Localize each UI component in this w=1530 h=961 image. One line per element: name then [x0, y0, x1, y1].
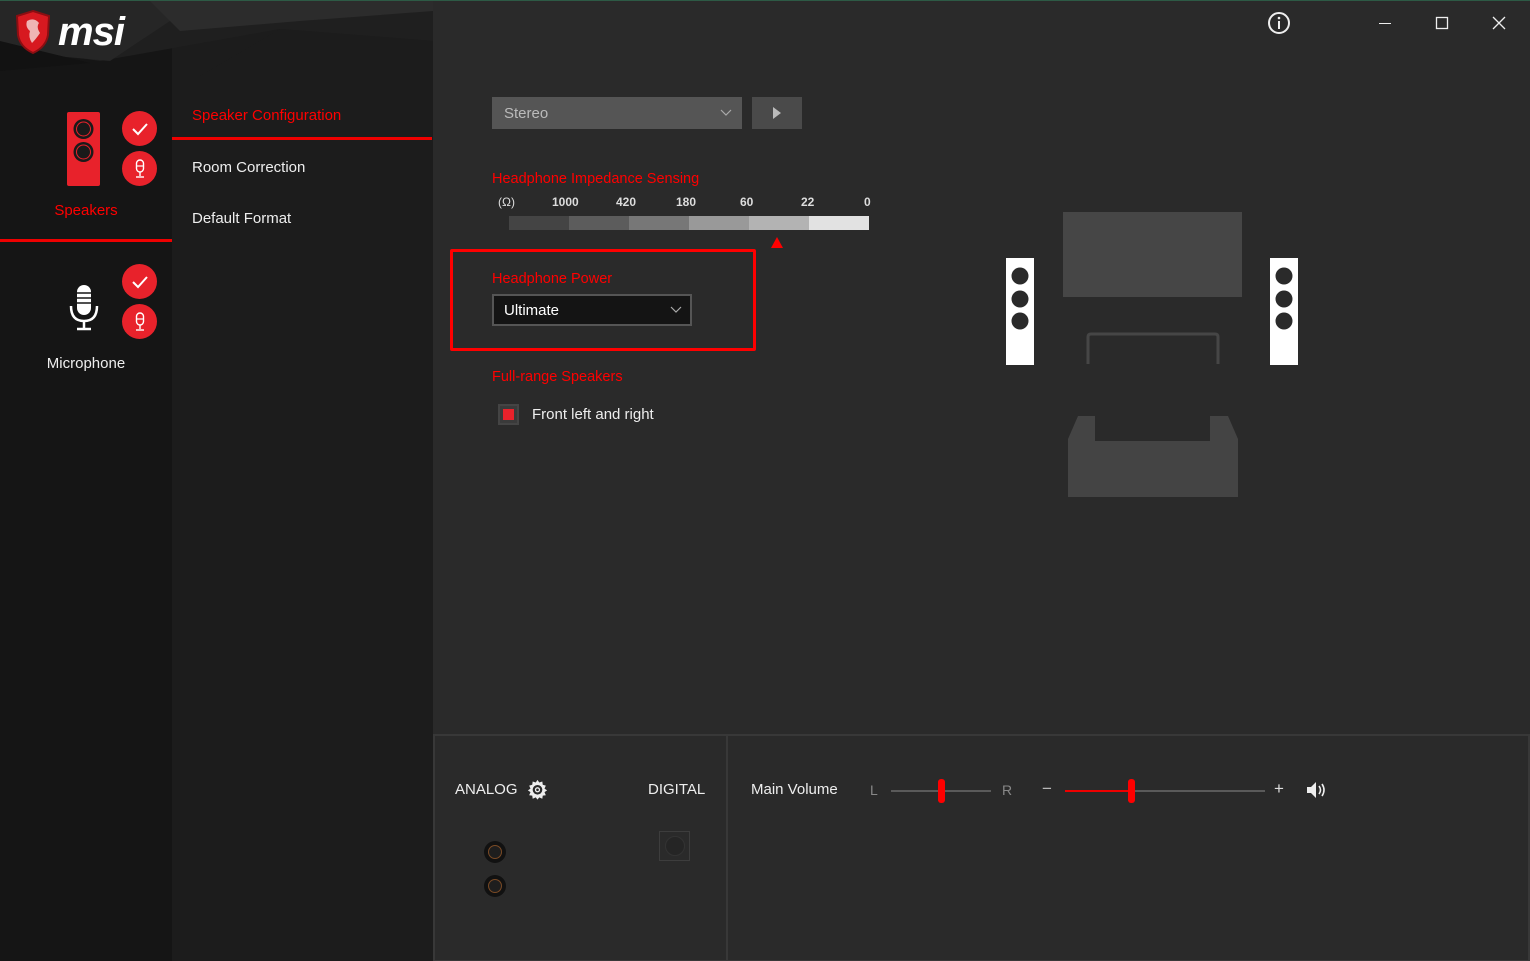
minimize-button[interactable]	[1371, 9, 1399, 37]
volume-slider-thumb[interactable]	[1127, 779, 1135, 803]
tab-room-correction[interactable]: Room Correction	[192, 159, 305, 176]
msi-logo: msi	[14, 9, 125, 55]
impedance-tick: 180	[676, 195, 697, 209]
mic-icon	[135, 311, 144, 331]
info-button[interactable]	[1265, 9, 1293, 37]
speaker-device-icon	[67, 112, 100, 186]
brand-name: msi	[58, 10, 125, 54]
impedance-segment	[629, 216, 689, 230]
speaker-config-value: Stereo	[504, 104, 549, 122]
balance-right-label: R	[1002, 782, 1013, 798]
full-range-title: Full-range Speakers	[492, 369, 623, 385]
check-icon	[131, 275, 148, 288]
headphone-power-title: Headphone Power	[492, 271, 613, 287]
close-button[interactable]	[1485, 9, 1513, 37]
balance-slider-thumb[interactable]	[937, 779, 945, 803]
front-lr-checkbox[interactable]	[498, 404, 519, 425]
impedance-tick: 420	[616, 195, 637, 209]
right-speaker-icon	[1270, 258, 1298, 365]
sofa	[1068, 416, 1238, 497]
volume-up-button[interactable]: +	[1274, 779, 1284, 799]
impedance-title: Headphone Impedance Sensing	[492, 171, 700, 187]
close-icon	[1492, 16, 1506, 30]
impedance-tick: 1000	[552, 195, 579, 209]
checkbox-checked-mark	[503, 409, 514, 420]
speaker-room-illustration	[1006, 212, 1298, 497]
volume-down-button[interactable]: −	[1042, 779, 1052, 799]
microphone-comm-badge[interactable]	[122, 304, 157, 339]
tab-default-format[interactable]: Default Format	[192, 210, 291, 227]
info-icon	[1268, 12, 1290, 34]
analog-jack-1[interactable]	[484, 841, 506, 863]
play-icon	[773, 107, 781, 119]
speakers-default-badge[interactable]	[122, 111, 157, 146]
device-label-microphone: Microphone	[46, 355, 126, 372]
active-tab-indicator	[172, 137, 432, 140]
digital-port[interactable]	[659, 831, 690, 861]
check-icon	[131, 122, 148, 135]
active-device-indicator	[0, 239, 172, 242]
left-speaker-icon	[1006, 258, 1034, 365]
dragon-shield-icon	[15, 9, 51, 55]
digital-label: DIGITAL	[648, 781, 706, 798]
analog-label: ANALOG	[455, 781, 518, 798]
table	[1086, 332, 1220, 364]
test-play-button[interactable]	[752, 97, 802, 129]
device-label-speakers: Speakers	[54, 202, 118, 219]
impedance-tick: 22	[801, 195, 815, 209]
mic-icon	[135, 158, 144, 178]
impedance-segment	[809, 216, 869, 230]
chevron-down-icon	[670, 306, 682, 313]
maximize-icon	[1435, 16, 1449, 30]
headphone-power-value: Ultimate	[504, 301, 560, 319]
volume-slider-fill	[1065, 790, 1131, 792]
gear-icon[interactable]	[527, 779, 548, 800]
digital-port-jack	[664, 836, 685, 856]
impedance-segment	[749, 216, 809, 230]
volume-panel	[726, 734, 1530, 961]
main-volume-label: Main Volume	[751, 781, 838, 798]
front-lr-label: Front left and right	[532, 406, 654, 423]
impedance-segment	[569, 216, 629, 230]
speakers-comm-badge[interactable]	[122, 151, 157, 186]
impedance-unit: (Ω)	[498, 195, 515, 209]
impedance-tick: 0	[864, 195, 871, 209]
impedance-tick: 60	[740, 195, 754, 209]
impedance-indicator-icon	[771, 237, 783, 248]
analog-jack-2[interactable]	[484, 875, 506, 897]
tv-screen	[1063, 212, 1242, 297]
maximize-button[interactable]	[1428, 9, 1456, 37]
headphone-power-select[interactable]: Ultimate	[492, 294, 692, 326]
minimize-icon	[1379, 23, 1391, 24]
speaker-config-select[interactable]: Stereo	[492, 97, 742, 129]
tab-speaker-configuration[interactable]: Speaker Configuration	[192, 107, 341, 124]
app-window: msi Speakers Microphone Speaker Configur…	[0, 0, 1530, 961]
speaker-volume-icon[interactable]	[1306, 781, 1328, 799]
impedance-segment	[689, 216, 749, 230]
microphone-default-badge[interactable]	[122, 264, 157, 299]
impedance-segment	[509, 216, 569, 230]
balance-left-label: L	[870, 782, 878, 798]
chevron-down-icon	[720, 109, 732, 116]
microphone-device-icon	[69, 285, 99, 331]
settings-subnav	[172, 1, 433, 961]
